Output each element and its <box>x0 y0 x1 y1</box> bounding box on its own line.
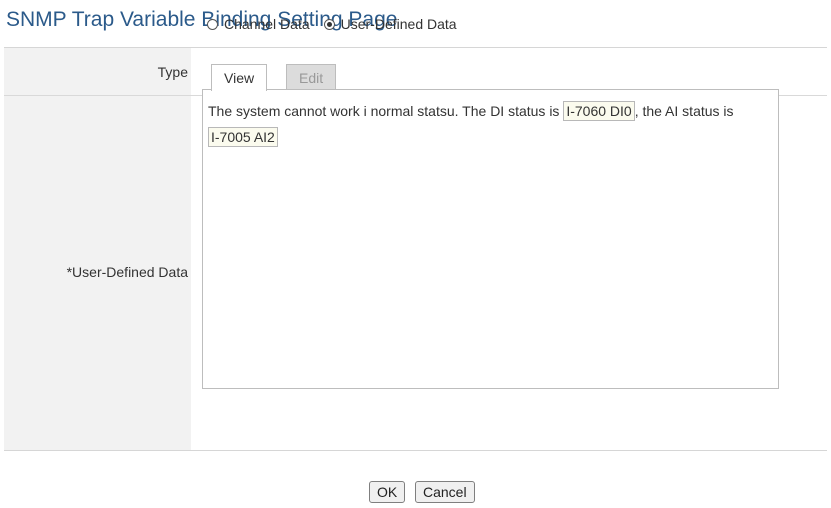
variable-chip-di[interactable]: I-7060 DI0 <box>563 101 635 121</box>
type-label: Type <box>157 64 188 80</box>
editor-content: The system cannot work i normal statsu. … <box>208 98 770 150</box>
radio-user-defined-data[interactable]: User-Defined Data <box>323 16 457 32</box>
tab-view[interactable]: View <box>211 64 268 91</box>
radio-channel-data-label[interactable]: Channel Data <box>224 16 310 32</box>
radio-channel-data[interactable]: Channel Data <box>207 16 310 32</box>
message-text: , the AI status is <box>634 103 734 119</box>
user-defined-data-editor[interactable]: The system cannot work i normal statsu. … <box>202 89 779 389</box>
message-text: The system cannot work i normal statsu. … <box>208 103 560 119</box>
user-defined-data-label: *User-Defined Data <box>66 264 188 280</box>
ok-button[interactable]: OK <box>369 481 406 503</box>
cancel-button[interactable]: Cancel <box>415 481 475 503</box>
type-radio-group: Channel Data User-Defined Data <box>207 16 465 32</box>
radio-checked-icon[interactable] <box>323 18 335 30</box>
variable-chip-ai[interactable]: I-7005 AI2 <box>208 127 278 147</box>
radio-user-defined-data-label[interactable]: User-Defined Data <box>341 16 457 32</box>
radio-unchecked-icon[interactable] <box>207 18 218 30</box>
tab-edit[interactable]: Edit <box>286 64 337 90</box>
